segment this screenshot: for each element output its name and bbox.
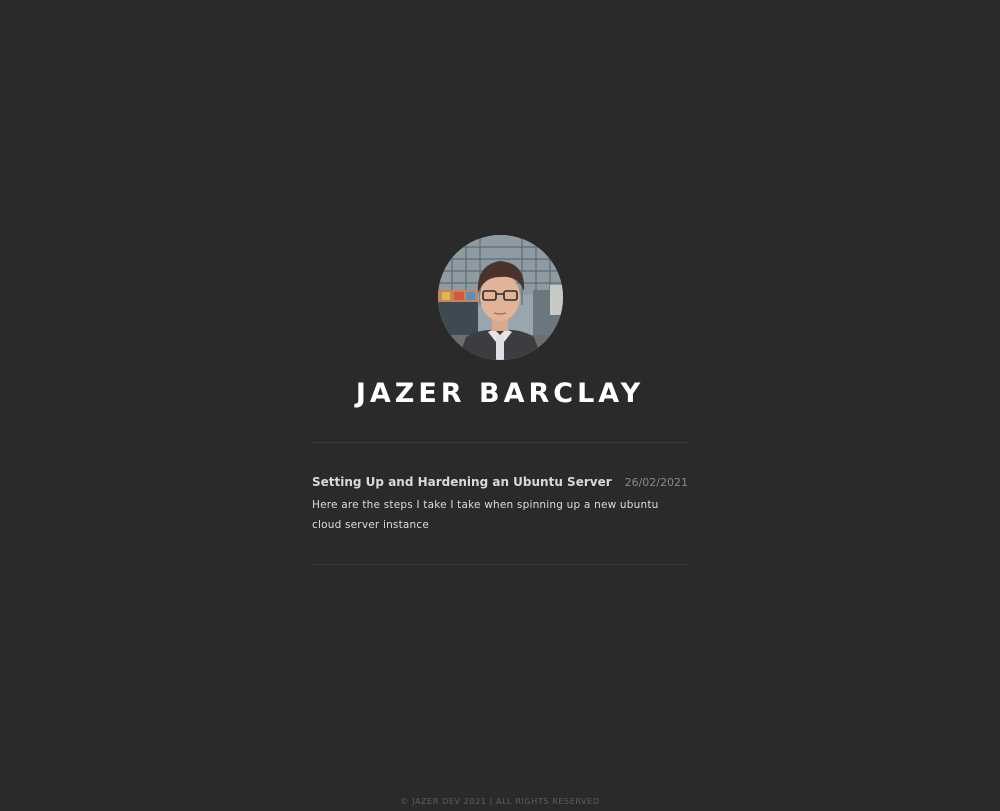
avatar xyxy=(438,235,563,360)
page: JAZER BARCLAY Setting Up and Hardening a… xyxy=(0,0,1000,811)
list-item[interactable]: Setting Up and Hardening an Ubuntu Serve… xyxy=(312,475,688,535)
footer-copyright: © JAZER DEV 2021 | ALL RIGHTS RESERVED xyxy=(400,797,600,806)
divider-top xyxy=(312,442,688,443)
post-header: Setting Up and Hardening an Ubuntu Serve… xyxy=(312,475,688,489)
post-date: 26/02/2021 xyxy=(624,476,688,489)
page-title: JAZER BARCLAY xyxy=(355,378,645,409)
divider-bottom xyxy=(312,564,688,565)
profile-photo-icon xyxy=(438,235,563,360)
post-title-link[interactable]: Setting Up and Hardening an Ubuntu Serve… xyxy=(312,475,612,489)
post-description: Here are the steps I take I take when sp… xyxy=(312,499,659,531)
